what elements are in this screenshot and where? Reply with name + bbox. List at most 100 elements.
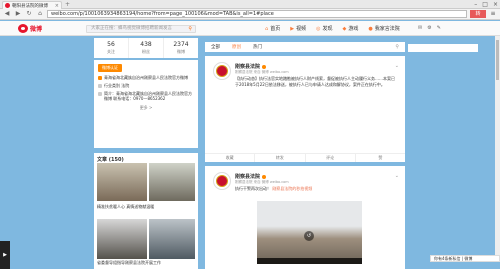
info-text: 青海省海北藏族自治州刚察县人民法院官方微博 (104, 75, 188, 80)
search-input[interactable]: 大家正在搜：蜂鸟视觉微博招聘新闻发言 ⚲ (86, 25, 196, 33)
nav-discover[interactable]: ◎ 发现 (316, 25, 333, 33)
replay-icon[interactable]: ↺ (304, 231, 314, 241)
nav-games[interactable]: ◆ 游戏 (342, 25, 359, 33)
search-icon[interactable]: ⚲ (188, 26, 192, 32)
home-nav-icon: ⌂ (265, 25, 269, 32)
info-row: 行业类别 法院 (98, 83, 194, 88)
stat-number: 56 (107, 41, 115, 48)
article-caption[interactable]: 省委督导组指导刚察县法院开展工作 (97, 260, 161, 266)
close-window-icon[interactable]: × (493, 0, 498, 9)
video-player[interactable]: ↺ (257, 201, 362, 264)
stat-number: 438 (140, 41, 152, 48)
article-photo[interactable] (97, 163, 147, 201)
browser-tab[interactable]: 朝阳县法院的微博 × (2, 1, 62, 9)
stat-number: 2374 (173, 41, 189, 48)
forward-icon[interactable]: ▶ (14, 10, 22, 18)
scrollbar-thumb[interactable] (496, 40, 499, 80)
feed-post: 刚察县法院 刚察县法院 来自 微博 weibo.com ⌄ 执行干警再次出动！ … (205, 166, 405, 269)
nav-label: 发现 (322, 26, 333, 32)
articles-panel: 文章 (150) 精准扶贫暖人心 真情送物献温暖 省委督导组指导刚察县法院开展工… (94, 153, 198, 269)
message-icon[interactable]: ✉ (418, 25, 422, 31)
menu-icon[interactable]: ≡ (489, 10, 497, 18)
repost-button[interactable]: 转发 (255, 154, 306, 162)
like-button[interactable]: 赞 (356, 154, 405, 162)
refresh-icon[interactable]: ↻ (25, 10, 33, 18)
back-icon[interactable]: ◀ (3, 10, 11, 18)
video-controls[interactable] (257, 258, 362, 264)
right-panel (408, 44, 478, 52)
nav-profile[interactable]: ● 我家言法院 (368, 25, 400, 33)
article-caption[interactable]: 精准扶贫暖人心 真情送物献温暖 (97, 204, 154, 210)
verified-icon (262, 64, 267, 69)
info-row: 简介：青海省海北藏族自治州刚察县人民法院官方微博 联系电话：0970—86523… (98, 91, 194, 101)
close-tab-icon[interactable]: × (55, 3, 59, 9)
nav-label: 视频 (296, 26, 307, 32)
info-text: 简介：青海省海北藏族自治州刚察县人民法院官方微博 联系电话：0970—86523… (104, 91, 192, 101)
video-link[interactable]: 刚察县法院的秒拍视频 (272, 186, 312, 191)
new-tab-button[interactable]: + (64, 2, 71, 8)
feed-post: 刚察县法院 刚察县法院 来自 微博 weibo.com ⌄ 【执行动态】执行法官… (205, 56, 405, 162)
more-link[interactable]: 更多 > (98, 105, 194, 111)
url-input[interactable]: weibo.com/p/1001063934863194/home?from=p… (47, 10, 467, 18)
user-icon: ● (368, 25, 373, 32)
profile-stats: 56 关注 438 粉丝 2374 微博 (94, 38, 198, 58)
articles-title: 文章 (150) (97, 157, 124, 163)
nav-home[interactable]: ⌂ 首页 (265, 25, 281, 33)
avatar[interactable] (213, 62, 231, 80)
court-emblem-icon (216, 175, 228, 187)
message-popup[interactable]: 你有4条新私信 | 微博 (430, 255, 500, 262)
weibo-eye-icon (18, 24, 28, 33)
article-photo[interactable] (149, 163, 195, 201)
stat-label: 关注 (107, 49, 115, 54)
verified-badge: 微博认证 (98, 64, 122, 72)
browser-tabbar: 朝阳县法院的微博 × + – □ × (0, 0, 500, 9)
favorite-button[interactable]: 收藏 (205, 154, 256, 162)
search-placeholder: 大家正在搜：蜂鸟视觉微博招聘新闻发言 (91, 26, 172, 31)
nav-label: 首页 (270, 26, 281, 32)
maximize-icon[interactable]: □ (482, 0, 488, 9)
post-actions: 收藏 转发 评论 赞 (205, 153, 405, 162)
nav-label: 游戏 (348, 26, 359, 32)
avatar[interactable] (213, 172, 231, 190)
nav-tools: ✉ ⚙ ✎ (418, 25, 441, 31)
media-play-icon[interactable]: ▶ (0, 241, 10, 269)
tab-original[interactable]: 原创 (232, 44, 241, 50)
feed-search-icon[interactable]: ⚲ (395, 44, 399, 50)
main-nav: ⌂ 首页 ▶ 视频 ◎ 发现 ◆ 游戏 ● 我家言法院 (265, 25, 400, 33)
post-text: 【执行动态】执行法官实地踏勘被执行人财产线索，督促被执行人主动履行义务……本案已… (235, 76, 395, 87)
minimize-icon[interactable]: – (474, 0, 477, 9)
game-icon: ◆ (342, 25, 347, 32)
verified-icon (98, 75, 102, 80)
intro-icon (98, 91, 102, 96)
tab-all[interactable]: 全部 (211, 44, 220, 50)
stat-label: 粉丝 (142, 49, 150, 54)
nav-label: 我家言法院 (374, 26, 400, 32)
article-photo[interactable] (97, 219, 147, 259)
feed-tabs: 全部 原创 热门 ⚲ (205, 42, 405, 52)
court-emblem-icon (216, 65, 228, 77)
info-text: 行业类别 法院 (104, 83, 130, 88)
article-photo[interactable] (149, 219, 195, 259)
post-author[interactable]: 刚察县法院 (235, 63, 267, 70)
settings-icon[interactable]: ⚙ (427, 25, 431, 31)
stat-posts[interactable]: 2374 微博 (164, 38, 198, 58)
tab-title: 朝阳县法院的微博 (12, 3, 48, 9)
weibo-navbar: 微博 大家正在搜：蜂鸟视觉微博招聘新闻发言 ⚲ ⌂ 首页 ▶ 视频 ◎ 发现 ◆ 游戏 … (0, 21, 500, 36)
stat-following[interactable]: 56 关注 (94, 38, 129, 58)
nav-video[interactable]: ▶ 视频 (290, 25, 307, 33)
tab-hot[interactable]: 热门 (253, 44, 262, 50)
comment-button[interactable]: 评论 (306, 154, 356, 162)
discover-icon: ◎ (316, 25, 321, 32)
weibo-logo[interactable]: 微博 (18, 24, 42, 33)
post-meta: 刚察县法院 来自 微博 weibo.com (235, 70, 289, 74)
category-icon (98, 83, 102, 88)
post-author[interactable]: 刚察县法院 (235, 173, 267, 180)
author-name: 刚察县法院 (235, 64, 261, 70)
window-controls: – □ × (474, 0, 498, 9)
chevron-down-icon[interactable]: ⌄ (395, 173, 399, 179)
compose-icon[interactable]: ✎ (437, 25, 441, 31)
chevron-down-icon[interactable]: ⌄ (395, 63, 399, 69)
stat-followers[interactable]: 438 粉丝 (129, 38, 164, 58)
home-icon[interactable]: ⌂ (36, 10, 44, 18)
go-button[interactable]: 转 (470, 10, 486, 18)
